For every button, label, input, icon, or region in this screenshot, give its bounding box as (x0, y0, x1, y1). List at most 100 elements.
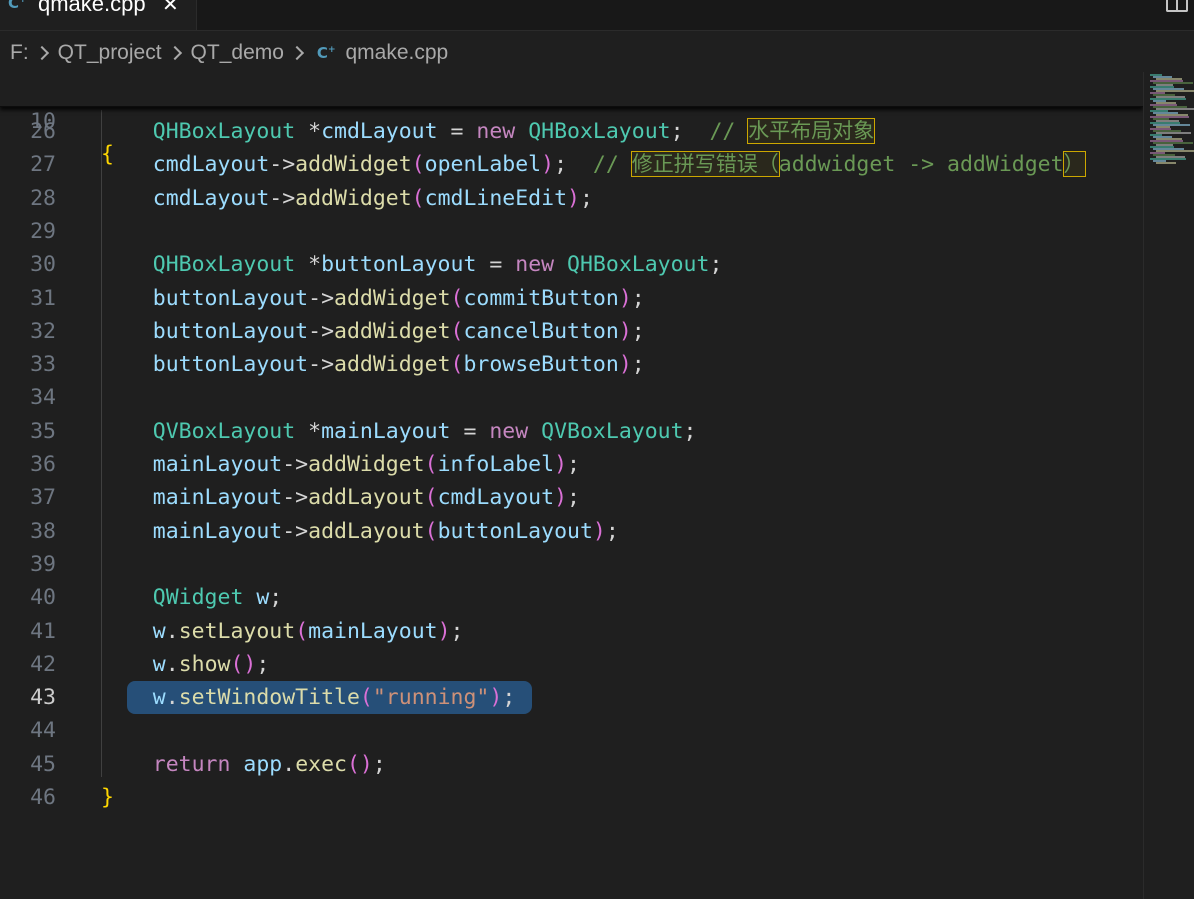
breadcrumb-drive[interactable]: F: (0, 41, 31, 65)
code-line-33[interactable]: 33 buttonLayout->addWidget(browseButton)… (0, 348, 1143, 381)
code-token: -> (308, 318, 335, 344)
sticky-scroll-header[interactable]: 10 { (0, 72, 1143, 167)
code-token: () (230, 651, 257, 677)
code-text: cmdLayout->addWidget(cmdLineEdit); (101, 182, 593, 215)
code-token: buttonLayout (152, 285, 309, 311)
line-number: 41 (30, 618, 56, 644)
code-token: ; (502, 685, 516, 711)
code-line-44[interactable]: 44 (0, 714, 1143, 747)
code-line-26[interactable]: 26 QHBoxLayout *cmdLayout = new QHBoxLay… (0, 115, 1143, 148)
code-token: ） (1062, 151, 1086, 178)
line-number: 42 (30, 651, 56, 677)
code-token: ) (618, 318, 632, 344)
line-number: 45 (30, 751, 56, 777)
code-token: buttonLayout (152, 352, 309, 378)
code-token: . (165, 685, 179, 711)
code-token: ; (372, 751, 386, 777)
code-text: QWidget w; (101, 581, 282, 614)
code-line-38[interactable]: 38 mainLayout->addLayout(buttonLayout); (0, 515, 1143, 548)
code-line-29[interactable]: 29 (0, 215, 1143, 248)
code-token: addWidget (334, 285, 451, 311)
code-token: . (165, 618, 179, 644)
code-text: cmdLayout->addWidget(openLabel); // 修正拼写… (101, 148, 1086, 181)
code-text: mainLayout->addLayout(buttonLayout); (101, 515, 619, 548)
line-number: 46 (30, 785, 56, 810)
split-editor-icon[interactable] (1166, 0, 1188, 12)
code-text: buttonLayout->addWidget(cancelButton); (101, 315, 645, 348)
code-line-34[interactable]: 34 (0, 381, 1143, 414)
code-line-40[interactable]: 40 QWidget w; (0, 581, 1143, 614)
code-token: commitButton (463, 285, 619, 311)
tab-qmake-cpp[interactable]: C+ qmake.cpp ✕ (0, 0, 197, 30)
code-line-45[interactable]: 45 return app.exec(); (0, 748, 1143, 781)
breadcrumb-file[interactable]: qmake.cpp (343, 41, 450, 65)
code-line-41[interactable]: 41 w.setLayout(mainLayout); (0, 615, 1143, 648)
code-line-39[interactable]: 39 (0, 548, 1143, 581)
code-token: ; (269, 585, 283, 611)
code-token: mainLayout (308, 618, 438, 644)
code-line-43[interactable]: 43 w.setWindowTitle("running"); (0, 681, 1143, 714)
breadcrumb-folder-qt-demo[interactable]: QT_demo (189, 41, 286, 65)
code-token: 修正拼写错误（ (630, 151, 780, 178)
code-token: -> (269, 185, 296, 211)
code-line-46[interactable]: 46} (0, 781, 1143, 814)
code-token: // (592, 152, 632, 178)
code-token: addWidget (334, 318, 451, 344)
code-text: w.setLayout(mainLayout); (101, 615, 464, 648)
code-token: -> (308, 285, 335, 311)
line-number: 31 (30, 285, 56, 311)
code-token: mainLayout (321, 418, 451, 444)
code-token: infoLabel (437, 452, 555, 477)
code-token: mainLayout (152, 485, 283, 511)
code-line-30[interactable]: 30 QHBoxLayout *buttonLayout = new QHBox… (0, 248, 1143, 281)
code-token: ) (437, 618, 451, 644)
breadcrumb-folder-qt-project[interactable]: QT_project (56, 41, 164, 65)
code-token: . (282, 751, 296, 777)
code-line-32[interactable]: 32 buttonLayout->addWidget(cancelButton)… (0, 315, 1143, 348)
chevron-right-icon (167, 45, 182, 61)
minimap[interactable] (1143, 72, 1194, 899)
code-token: ( (411, 152, 425, 178)
code-token: -> (308, 352, 335, 378)
code-token: addWidget (334, 352, 451, 378)
code-text: mainLayout->addLayout(cmdLayout); (101, 481, 580, 514)
code-line-35[interactable]: 35 QVBoxLayout *mainLayout = new QVBoxLa… (0, 415, 1143, 448)
code-line-31[interactable]: 31 buttonLayout->addWidget(commitButton)… (0, 282, 1143, 315)
code-line-36[interactable]: 36 mainLayout->addWidget(infoLabel); (0, 448, 1143, 481)
line-number: 30 (30, 252, 56, 278)
code-token: new (476, 119, 516, 144)
code-text: w.setWindowTitle("running"); (101, 681, 515, 714)
code-token: ) (489, 685, 503, 711)
code-editor[interactable]: 10 { 26 QHBoxLayout *cmdLayout = new QHB… (0, 72, 1143, 899)
line-number: 29 (30, 218, 56, 244)
code-token: // (709, 119, 749, 144)
code-text: QHBoxLayout *cmdLayout = new QHBoxLayout… (101, 115, 876, 148)
code-text: QVBoxLayout *mainLayout = new QVBoxLayou… (101, 415, 697, 448)
code-token: ) (592, 518, 606, 544)
code-text: mainLayout->addWidget(infoLabel); (101, 448, 580, 481)
code-line-27[interactable]: 27 cmdLayout->addWidget(openLabel); // 修… (0, 148, 1143, 181)
minimap-line (1156, 162, 1176, 164)
code-token: ( (424, 452, 438, 477)
close-icon[interactable]: ✕ (162, 0, 179, 16)
code-token: QVBoxLayout (541, 418, 684, 444)
code-token: ; (567, 485, 580, 511)
code-line-28[interactable]: 28 cmdLayout->addWidget(cmdLineEdit); (0, 182, 1143, 215)
code-line-42[interactable]: 42 w.show(); (0, 648, 1143, 681)
tab-label: qmake.cpp (38, 0, 146, 16)
code-token: cancelButton (463, 318, 619, 344)
code-line-37[interactable]: 37 mainLayout->addLayout(cmdLayout); (0, 481, 1143, 514)
code-token: -> (269, 152, 296, 178)
code-token: 水平布局对象 (747, 118, 876, 144)
code-token: ( (424, 485, 438, 511)
